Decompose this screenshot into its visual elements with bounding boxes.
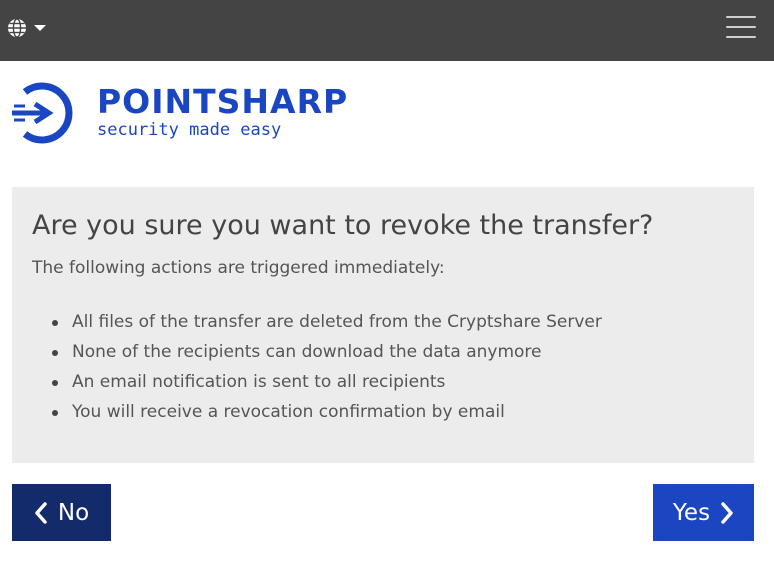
list-item: All files of the transfer are deleted fr… xyxy=(52,307,734,337)
language-selector[interactable] xyxy=(6,16,46,40)
no-button-label: No xyxy=(57,499,90,526)
yes-button[interactable]: Yes xyxy=(653,484,754,541)
dialog-intro: The following actions are triggered imme… xyxy=(32,258,445,278)
revoke-confirmation-panel: Are you sure you want to revoke the tran… xyxy=(12,187,754,463)
yes-button-label: Yes xyxy=(672,499,711,526)
chevron-left-icon xyxy=(34,501,48,524)
list-item: An email notification is sent to all rec… xyxy=(52,367,734,397)
hamburger-menu-icon[interactable] xyxy=(726,15,756,39)
globe-icon xyxy=(6,17,28,39)
chevron-right-icon xyxy=(720,501,734,524)
logo-tagline: security made easy xyxy=(97,120,282,140)
no-button[interactable]: No xyxy=(12,484,111,541)
logo-name: POINTSHARP xyxy=(97,82,349,121)
list-item: None of the recipients can download the … xyxy=(52,337,734,367)
caret-down-icon xyxy=(34,24,46,32)
dialog-title: Are you sure you want to revoke the tran… xyxy=(32,210,654,241)
actions-list: All files of the transfer are deleted fr… xyxy=(52,307,734,427)
pointsharp-mark-icon xyxy=(12,82,73,144)
top-navbar xyxy=(0,0,774,61)
pointsharp-logo: POINTSHARP security made easy xyxy=(11,80,348,148)
list-item: You will receive a revocation confirmati… xyxy=(52,397,734,427)
